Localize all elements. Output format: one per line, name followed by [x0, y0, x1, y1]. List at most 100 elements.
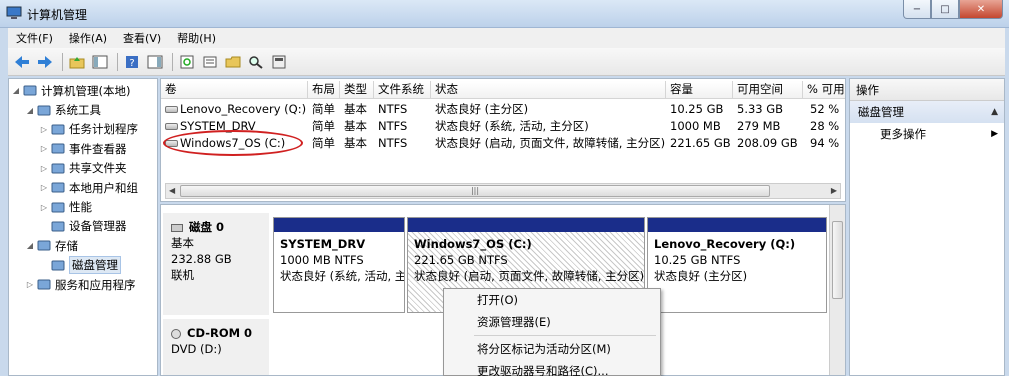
minimize-button[interactable]: −	[903, 0, 931, 19]
scroll-left-icon[interactable]: ◀	[169, 186, 175, 195]
column-header-filesystem[interactable]: 文件系统	[374, 81, 431, 99]
expand-toggle-icon[interactable]: ▷	[39, 144, 49, 153]
services-icon	[37, 278, 51, 291]
tree-item[interactable]: ◢ 存储	[9, 236, 157, 255]
help-icon[interactable]: ?	[122, 52, 142, 72]
computer-icon	[23, 84, 37, 97]
tree-item[interactable]: ▷ 共享文件夹	[9, 159, 157, 178]
table-cell: 10.25 GB	[670, 102, 724, 116]
column-header-status[interactable]: 状态	[431, 81, 666, 99]
back-arrow-icon[interactable]	[12, 52, 32, 72]
context-menu-mark-active[interactable]: 将分区标记为活动分区(M)	[444, 338, 660, 360]
scrollbar-thumb[interactable]: |||	[180, 185, 770, 197]
forward-arrow-icon[interactable]	[35, 52, 55, 72]
tree-item[interactable]: ▷ 事件查看器	[9, 139, 157, 158]
horizontal-scrollbar[interactable]: ◀ ||| ▶	[165, 183, 841, 199]
column-header-layout[interactable]: 布局	[308, 81, 340, 99]
toolbar-separator	[117, 52, 118, 71]
volume-name-cell: Lenovo_Recovery (Q:)	[165, 101, 306, 118]
context-menu: 打开(O) 资源管理器(E) 将分区标记为活动分区(M) 更改驱动器号和路径(C…	[443, 288, 661, 376]
svg-text:?: ?	[129, 58, 134, 69]
table-cell: 279 MB	[737, 119, 781, 133]
table-cell: 208.09 GB	[737, 136, 798, 150]
collapse-up-icon[interactable]: ▲	[991, 101, 998, 123]
tree-item[interactable]: 设备管理器	[9, 217, 157, 236]
column-header-volume[interactable]: 卷	[161, 81, 308, 99]
table-cell: 1000 MB	[670, 119, 721, 133]
actions-more-actions[interactable]: 更多操作 ▶	[850, 123, 1004, 145]
menu-help[interactable]: 帮助(H)	[177, 30, 216, 46]
disk-properties-icon[interactable]	[269, 52, 289, 72]
shared-folder-icon	[51, 162, 65, 175]
cdrom-0-info[interactable]: CD-ROM 0 DVD (D:)	[163, 319, 269, 375]
table-cell: 状态良好 (启动, 页面文件, 故障转储, 主分区)	[435, 136, 666, 150]
tree-item[interactable]: ◢ 计算机管理(本地)	[9, 81, 157, 100]
drive-icon	[165, 106, 178, 113]
scroll-right-icon[interactable]: ▶	[831, 186, 837, 195]
navigation-tree: ◢ 计算机管理(本地) ◢ 系统工具 ▷ 任务计划程序 ▷ 事件查看器 ▷ 共享文件夹 ▷ 本地用户和…	[8, 78, 158, 376]
maximize-button[interactable]: □	[931, 0, 959, 19]
column-header-type[interactable]: 类型	[340, 81, 374, 99]
expand-toggle-icon[interactable]: ▷	[25, 280, 35, 289]
scrollbar-thumb[interactable]	[832, 221, 843, 299]
tree-item[interactable]: ▷ 性能	[9, 197, 157, 216]
expand-toggle-icon[interactable]: ◢	[11, 86, 21, 95]
partition-name: Lenovo_Recovery (Q:)	[654, 237, 796, 251]
menu-view[interactable]: 查看(V)	[123, 30, 161, 46]
tree-item-label: 设备管理器	[69, 219, 127, 234]
tree-item[interactable]: ▷ 本地用户和组	[9, 178, 157, 197]
table-cell: 5.33 GB	[737, 102, 784, 116]
vertical-scrollbar[interactable]	[829, 205, 845, 375]
menu-action[interactable]: 操作(A)	[69, 30, 107, 46]
partition-size: 221.65 GB NTFS	[414, 253, 508, 267]
more-actions-label: 更多操作	[880, 127, 926, 141]
submenu-arrow-icon: ▶	[991, 129, 998, 139]
table-cell: 简单	[312, 119, 335, 133]
context-menu-explore[interactable]: 资源管理器(E)	[444, 311, 660, 333]
show-hide-action-pane-icon[interactable]	[145, 52, 165, 72]
menu-file[interactable]: 文件(F)	[16, 30, 53, 46]
tree-item-label: 事件查看器	[69, 141, 127, 156]
disk-0-name: 磁盘 0	[189, 220, 225, 234]
table-cell: 基本	[344, 102, 367, 116]
table-row[interactable]: Lenovo_Recovery (Q:) 简单 基本 NTFS 状态良好 (主分区) 10…	[161, 101, 845, 118]
disk-0-size: 232.88 GB	[171, 252, 232, 266]
column-header-percent-free[interactable]: % 可用	[803, 81, 845, 99]
title-bar: 计算机管理 − □ ✕	[0, 0, 1009, 28]
expand-toggle-icon[interactable]: ◢	[25, 241, 35, 250]
tree-item[interactable]: ◢ 系统工具	[9, 100, 157, 119]
show-hide-tree-icon[interactable]	[90, 52, 110, 72]
cdrom-0-name: CD-ROM 0	[187, 326, 253, 340]
expand-toggle-icon[interactable]: ◢	[25, 106, 35, 115]
toolbar-separator	[172, 52, 173, 71]
expand-toggle-icon[interactable]: ▷	[39, 183, 49, 192]
open-folder-icon[interactable]	[223, 52, 243, 72]
computer-management-icon	[6, 6, 22, 19]
expand-toggle-icon[interactable]: ▷	[39, 164, 49, 173]
table-cell: 简单	[312, 136, 335, 150]
disk-icon	[171, 223, 183, 232]
expand-toggle-icon[interactable]: ▷	[39, 125, 49, 134]
partition-bar	[408, 218, 644, 232]
column-header-free-space[interactable]: 可用空间	[733, 81, 803, 99]
drive-icon	[165, 123, 178, 130]
close-button[interactable]: ✕	[959, 0, 1003, 19]
expand-toggle-icon[interactable]: ▷	[39, 203, 49, 212]
up-folder-icon[interactable]	[67, 52, 87, 72]
context-menu-open[interactable]: 打开(O)	[444, 289, 660, 311]
partition-system-drv[interactable]: SYSTEM_DRV 1000 MB NTFS 状态良好 (系统, 活动, 主	[273, 217, 405, 313]
properties-icon[interactable]	[200, 52, 220, 72]
tree-item[interactable]: 磁盘管理	[9, 256, 157, 275]
tree-item-label: 任务计划程序	[69, 122, 138, 137]
column-header-capacity[interactable]: 容量	[666, 81, 733, 99]
search-icon[interactable]	[246, 52, 266, 72]
tree-item[interactable]: ▷ 服务和应用程序	[9, 275, 157, 294]
partition-name: Windows7_OS (C:)	[414, 237, 532, 251]
refresh-icon[interactable]	[177, 52, 197, 72]
context-menu-change-drive-letter[interactable]: 更改驱动器号和路径(C)...	[444, 360, 660, 376]
actions-section-disk-management[interactable]: 磁盘管理 ▲	[850, 101, 1004, 123]
disk-0-info[interactable]: 磁盘 0 基本 232.88 GB 联机	[163, 213, 269, 315]
event-viewer-icon	[51, 142, 65, 155]
partition-lenovo-recovery[interactable]: Lenovo_Recovery (Q:) 10.25 GB NTFS 状态良好 …	[647, 217, 827, 313]
tree-item[interactable]: ▷ 任务计划程序	[9, 120, 157, 139]
